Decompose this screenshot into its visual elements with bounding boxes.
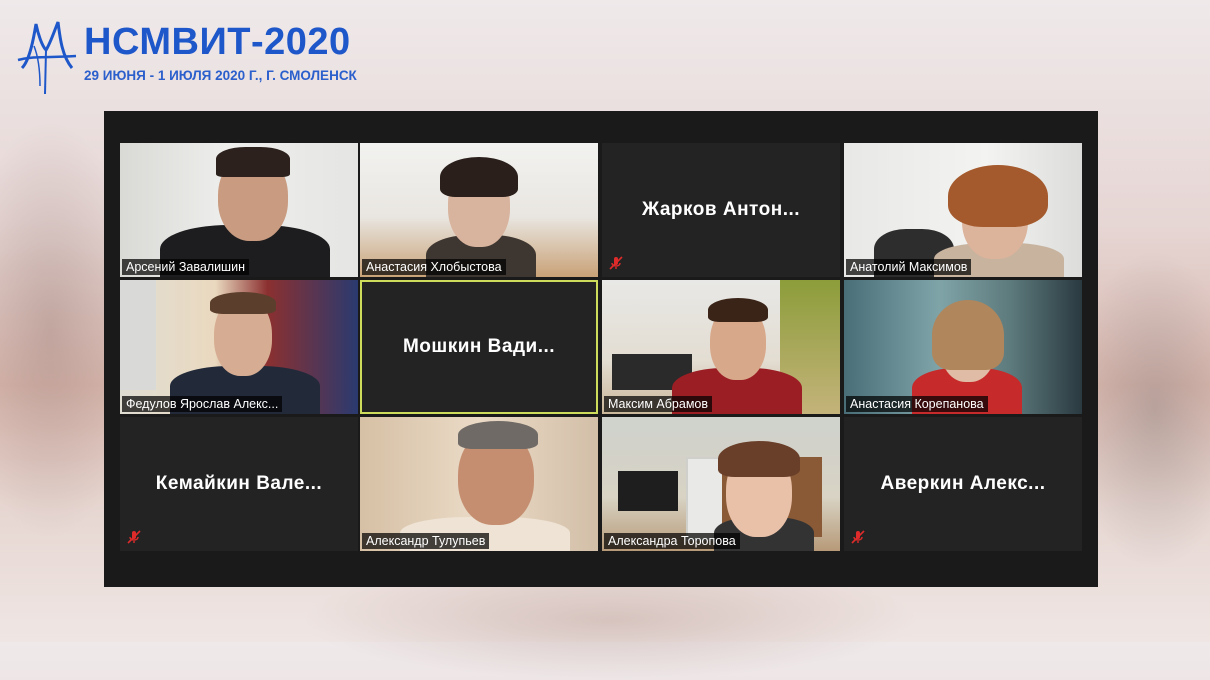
participant-name-label: Федулов Ярослав Алекс... [122, 396, 283, 412]
participant-name-label: Александра Торопова [604, 533, 740, 549]
participant-name-label: Анастасия Хлобыстова [362, 259, 506, 275]
gallery-grid: Арсений Завалишин Анастасия Хлобыстова Ж… [120, 143, 1082, 553]
participant-name: Мошкин Вади... [402, 336, 556, 357]
participant-tile[interactable]: Аверкин Алекс... [844, 417, 1082, 551]
participant-tile[interactable]: Жарков Антон... [602, 143, 840, 277]
video-conference-window: Арсений Завалишин Анастасия Хлобыстова Ж… [104, 111, 1098, 587]
participant-name-label: Анатолий Максимов [846, 259, 972, 275]
participant-name-label: Анастасия Корепанова [846, 396, 988, 412]
microphone-muted-icon [609, 256, 623, 270]
participant-tile[interactable]: Александр Тулупьев [360, 417, 598, 551]
participant-video [602, 417, 840, 551]
participant-tile[interactable]: Анатолий Максимов [844, 143, 1082, 277]
participant-tile[interactable]: Александра Торопова [602, 417, 840, 551]
participant-video [844, 280, 1082, 414]
participant-video [120, 280, 358, 414]
participant-name-label: Александр Тулупьев [362, 533, 490, 549]
participant-video [360, 143, 598, 277]
participant-video [602, 280, 840, 414]
participant-tile[interactable]: Максим Абрамов [602, 280, 840, 414]
event-logo: НСМВИТ-2020 29 ИЮНЯ - 1 ИЮЛЯ 2020 Г., Г.… [12, 16, 372, 98]
participant-name: Кемайкин Вале... [155, 473, 323, 494]
microphone-muted-icon [851, 530, 865, 544]
participant-name: Аверкин Алекс... [880, 473, 1046, 494]
participant-video [360, 417, 598, 551]
participant-tile-active-speaker[interactable]: Мошкин Вади... [360, 280, 598, 414]
participant-tile[interactable]: Федулов Ярослав Алекс... [120, 280, 358, 414]
participant-name-label: Арсений Завалишин [122, 259, 249, 275]
participant-video [120, 143, 358, 277]
participant-tile[interactable]: Анастасия Корепанова [844, 280, 1082, 414]
event-subtitle: 29 ИЮНЯ - 1 ИЮЛЯ 2020 Г., Г. СМОЛЕНСК [84, 68, 357, 83]
conference-logo-icon [17, 21, 77, 95]
participant-tile[interactable]: Арсений Завалишин [120, 143, 358, 277]
participant-name-label: Максим Абрамов [604, 396, 712, 412]
participant-tile[interactable]: Кемайкин Вале... [120, 417, 358, 551]
participant-name: Жарков Антон... [641, 199, 801, 220]
event-title: НСМВИТ-2020 [84, 21, 351, 63]
participant-video [844, 143, 1082, 277]
microphone-muted-icon [127, 530, 141, 544]
participant-tile[interactable]: Анастасия Хлобыстова [360, 143, 598, 277]
